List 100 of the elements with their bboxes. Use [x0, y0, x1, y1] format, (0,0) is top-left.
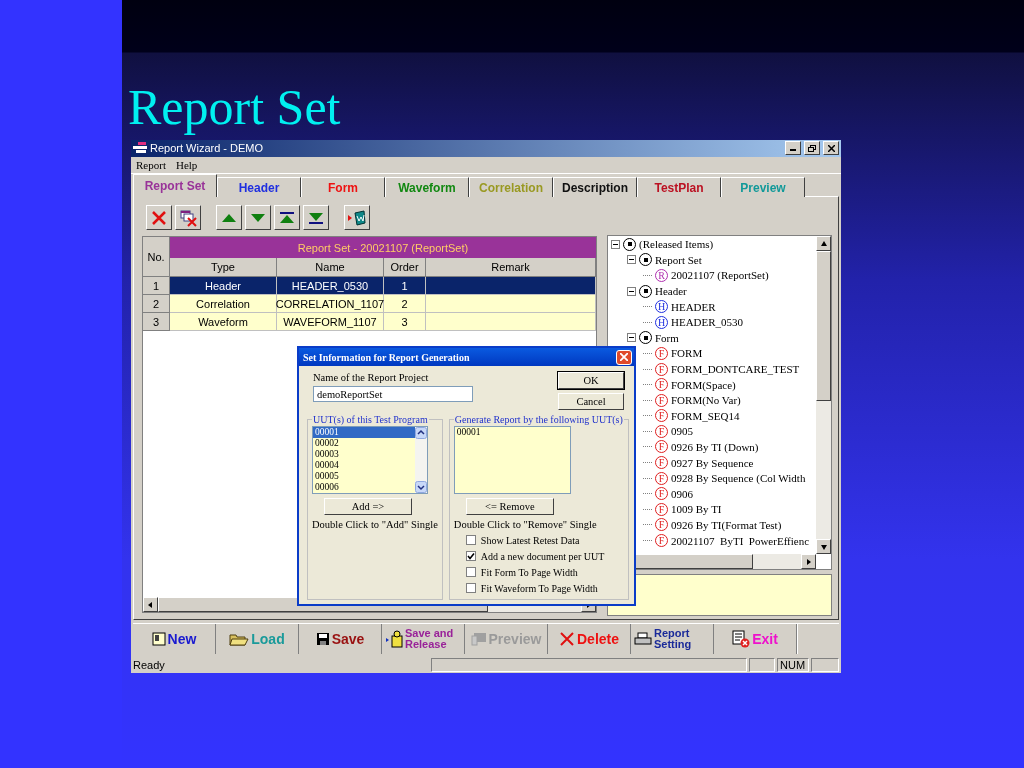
list-box[interactable]: 00001 00002 00003 00004 00005 00006	[312, 426, 428, 494]
restore-icon	[808, 144, 816, 152]
table-cell[interactable]: Waveform	[170, 313, 277, 332]
close-button[interactable]	[823, 141, 839, 156]
toolbar-button[interactable]	[146, 205, 172, 231]
scroll-up-icon[interactable]	[415, 427, 427, 439]
tree-item[interactable]: Header	[655, 285, 687, 298]
export-icon	[347, 208, 367, 227]
column-header: Remark	[426, 258, 596, 278]
menu-item[interactable]: Help	[175, 158, 198, 171]
expander-icon[interactable]	[627, 286, 636, 296]
tab[interactable]: Report Set	[133, 174, 217, 198]
list-item[interactable]: 00001	[313, 427, 415, 438]
table-cell[interactable]: 2	[384, 295, 426, 314]
tree-item[interactable]: FORM(No Var)	[671, 394, 741, 407]
dialog-button[interactable]: Cancel	[558, 393, 624, 410]
tree-item[interactable]: 0927 By Sequence	[671, 456, 754, 469]
list-item[interactable]: 00003	[313, 449, 415, 460]
toolbar-button[interactable]	[303, 205, 329, 231]
exit-icon	[732, 630, 751, 649]
scroll-down-icon[interactable]	[415, 481, 427, 493]
expander-icon[interactable]	[627, 333, 636, 343]
status-panel	[749, 657, 775, 672]
toolbar-button[interactable]	[274, 205, 300, 231]
tree-item[interactable]: Report Set	[655, 253, 702, 266]
tab[interactable]: TestPlan	[637, 177, 721, 198]
checkbox-label: Fit Waveform To Page Width	[480, 582, 598, 594]
table-cell[interactable]: HEADER_0530	[277, 277, 384, 296]
action-button[interactable]: Report Setting	[631, 624, 714, 655]
printer-icon	[634, 632, 652, 647]
move-button[interactable]: Add =>	[324, 498, 412, 515]
table-cell[interactable]: Correlation	[170, 295, 277, 314]
table-cell[interactable]: CORRELATION_1107	[277, 295, 384, 314]
tree-item[interactable]: Form	[655, 331, 679, 344]
scrollbar[interactable]	[415, 427, 427, 493]
toolbar-button[interactable]	[216, 205, 242, 231]
checkbox[interactable]	[465, 535, 476, 545]
dialog-button[interactable]: OK	[558, 372, 624, 389]
project-name-field[interactable]: demoReportSet	[313, 386, 473, 402]
menu-item[interactable]: Report	[136, 158, 166, 171]
checkbox[interactable]	[465, 567, 476, 577]
expander-icon[interactable]	[611, 239, 620, 249]
toolbar-button[interactable]	[175, 205, 201, 231]
table-cell[interactable]	[426, 277, 596, 296]
tree-item[interactable]: 0906	[671, 487, 693, 500]
tree-line	[643, 430, 652, 432]
list-item[interactable]: 00001	[454, 427, 570, 438]
tree-line	[643, 508, 652, 510]
table-cell[interactable]	[426, 313, 596, 332]
tree-line	[643, 368, 652, 370]
check-icon	[466, 552, 475, 560]
close-button[interactable]	[616, 349, 632, 365]
toolbar-button[interactable]	[245, 205, 271, 231]
minimize-button[interactable]	[785, 141, 801, 156]
table-cell[interactable]: 3	[384, 313, 426, 332]
list-item[interactable]: 00002	[313, 438, 415, 449]
group-title: UUT(s) of this Test Program	[312, 414, 429, 425]
tree-line	[643, 524, 652, 526]
tree-item[interactable]: 0905	[671, 425, 693, 438]
action-button[interactable]: Save and Release	[382, 624, 465, 655]
tree-item[interactable]: 0928 By Sequence (Col Width	[671, 472, 806, 485]
tree-item[interactable]: HEADER_0530	[671, 316, 744, 329]
tree-item[interactable]: 20021107 ByTI PowerEffienc	[671, 534, 810, 547]
tree-item[interactable]: 20021107 (ReportSet)	[671, 269, 769, 282]
dialog-title: Set Information for Report Generation	[303, 351, 470, 363]
expander-icon[interactable]	[627, 255, 636, 265]
move-button[interactable]: <= Remove	[465, 498, 554, 515]
checkbox[interactable]	[465, 551, 476, 561]
scrollbar[interactable]	[816, 236, 831, 555]
list-item[interactable]: 00005	[313, 471, 415, 482]
list-item[interactable]: 00006	[313, 482, 415, 493]
tree-item[interactable]: 1009 By TI	[671, 503, 722, 516]
delete-icon	[151, 209, 167, 226]
arrow-icon	[819, 239, 828, 248]
list-box[interactable]: 00001	[453, 426, 571, 494]
table-cell[interactable]: 1	[384, 277, 426, 296]
hint-text: Double Click to "Remove" Single	[453, 519, 597, 530]
tree-item[interactable]: HEADER	[671, 300, 716, 313]
tab[interactable]: Header	[217, 177, 301, 198]
tree-item[interactable]: (Released Items)	[639, 238, 714, 251]
table-cell[interactable]: WAVEFORM_1107	[277, 313, 384, 332]
action-button[interactable]: Save	[299, 624, 382, 655]
description-area[interactable]	[607, 574, 832, 617]
tab[interactable]: Description	[553, 177, 637, 198]
tree-item[interactable]: 0926 By TI(Format Test)	[671, 518, 782, 531]
tree-item[interactable]: 0926 By TI (Down)	[671, 440, 759, 453]
group-title: Generate Report by the following UUT(s)	[453, 414, 624, 425]
folder-icon	[229, 632, 250, 647]
list-item[interactable]: 00004	[313, 460, 415, 471]
tree-item[interactable]: FORM_SEQ14	[671, 409, 740, 422]
tree-item[interactable]: FORM_DONTCARE_TEST	[671, 363, 800, 375]
restore-button[interactable]	[804, 141, 820, 156]
tree-item[interactable]: FORM(Space)	[671, 378, 736, 391]
tree-line	[643, 274, 652, 276]
toolbar-button[interactable]	[344, 205, 370, 231]
table-cell[interactable]	[426, 295, 596, 314]
checkbox[interactable]	[465, 583, 476, 593]
move-bottom-icon	[308, 210, 324, 225]
table-cell[interactable]: Header	[170, 277, 277, 296]
tree-item[interactable]: FORM	[671, 347, 703, 360]
